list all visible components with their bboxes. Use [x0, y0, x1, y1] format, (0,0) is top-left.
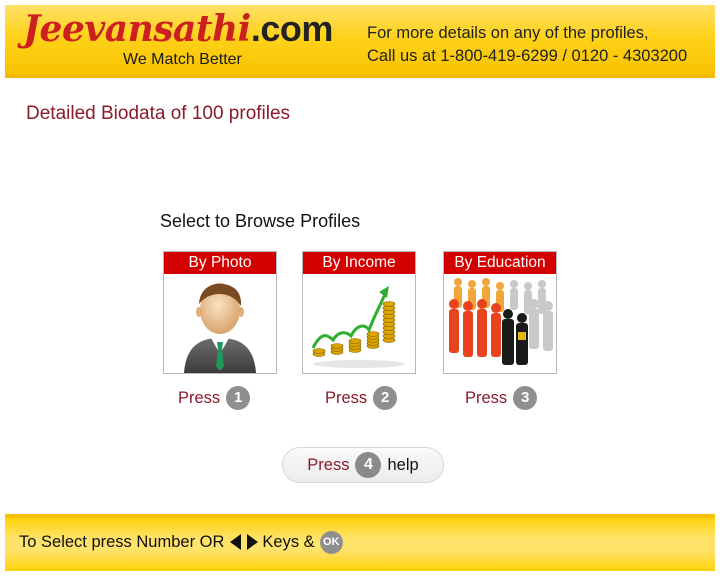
press-label: Press — [178, 388, 221, 407]
press-1-button[interactable]: Press 1 — [178, 386, 251, 410]
card-title: By Income — [303, 252, 415, 274]
contact-info: For more details on any of the profiles,… — [367, 22, 712, 68]
browse-by-photo-card[interactable]: By Photo — [163, 251, 277, 374]
coins-growth-icon — [303, 274, 415, 373]
browse-by-income-card[interactable]: By Income — [302, 251, 416, 374]
help-label: help — [387, 455, 419, 474]
number-4-badge: 4 — [355, 452, 382, 478]
card-title: By Photo — [164, 252, 276, 274]
logo-suffix: .com — [250, 8, 334, 49]
footer-instructions: To Select press Number OR Keys & OK — [19, 530, 343, 554]
contact-line-1: For more details on any of the profiles, — [367, 24, 649, 42]
press-label: Press — [325, 388, 368, 407]
logo-text: Jeevansathi — [23, 8, 251, 50]
number-3-badge: 3 — [513, 386, 538, 410]
left-right-arrows-icon — [230, 534, 259, 550]
jeevansathi-logo: Jeevansathi.com — [23, 8, 334, 50]
browse-by-education-card[interactable]: By Education — [443, 251, 557, 374]
number-2-badge: 2 — [373, 386, 398, 410]
footer-text-before: To Select press Number OR — [19, 532, 225, 551]
tagline: We Match Better — [123, 51, 242, 68]
header-banner: Jeevansathi.com We Match Better For more… — [5, 5, 715, 78]
contact-line-2: Call us at 1-800-419-6299 / 0120 - 43032… — [367, 47, 688, 65]
person-avatar-icon — [164, 274, 276, 373]
help-button[interactable]: Press 4 help — [282, 447, 444, 483]
card-title: By Education — [444, 252, 556, 274]
press-label: Press — [307, 455, 350, 474]
page-title: Detailed Biodata of 100 profiles — [26, 103, 291, 124]
press-3-button[interactable]: Press 3 — [465, 386, 538, 410]
number-1-badge: 1 — [226, 386, 251, 410]
ok-key-badge: OK — [319, 530, 343, 554]
press-label: Press — [465, 388, 508, 407]
footer-text-after: Keys & — [262, 532, 315, 551]
browse-label: Select to Browse Profiles — [160, 211, 361, 231]
footer-bar: To Select press Number OR Keys & OK — [5, 514, 715, 571]
press-2-button[interactable]: Press 2 — [325, 386, 398, 410]
crowd-people-icon — [444, 274, 556, 373]
